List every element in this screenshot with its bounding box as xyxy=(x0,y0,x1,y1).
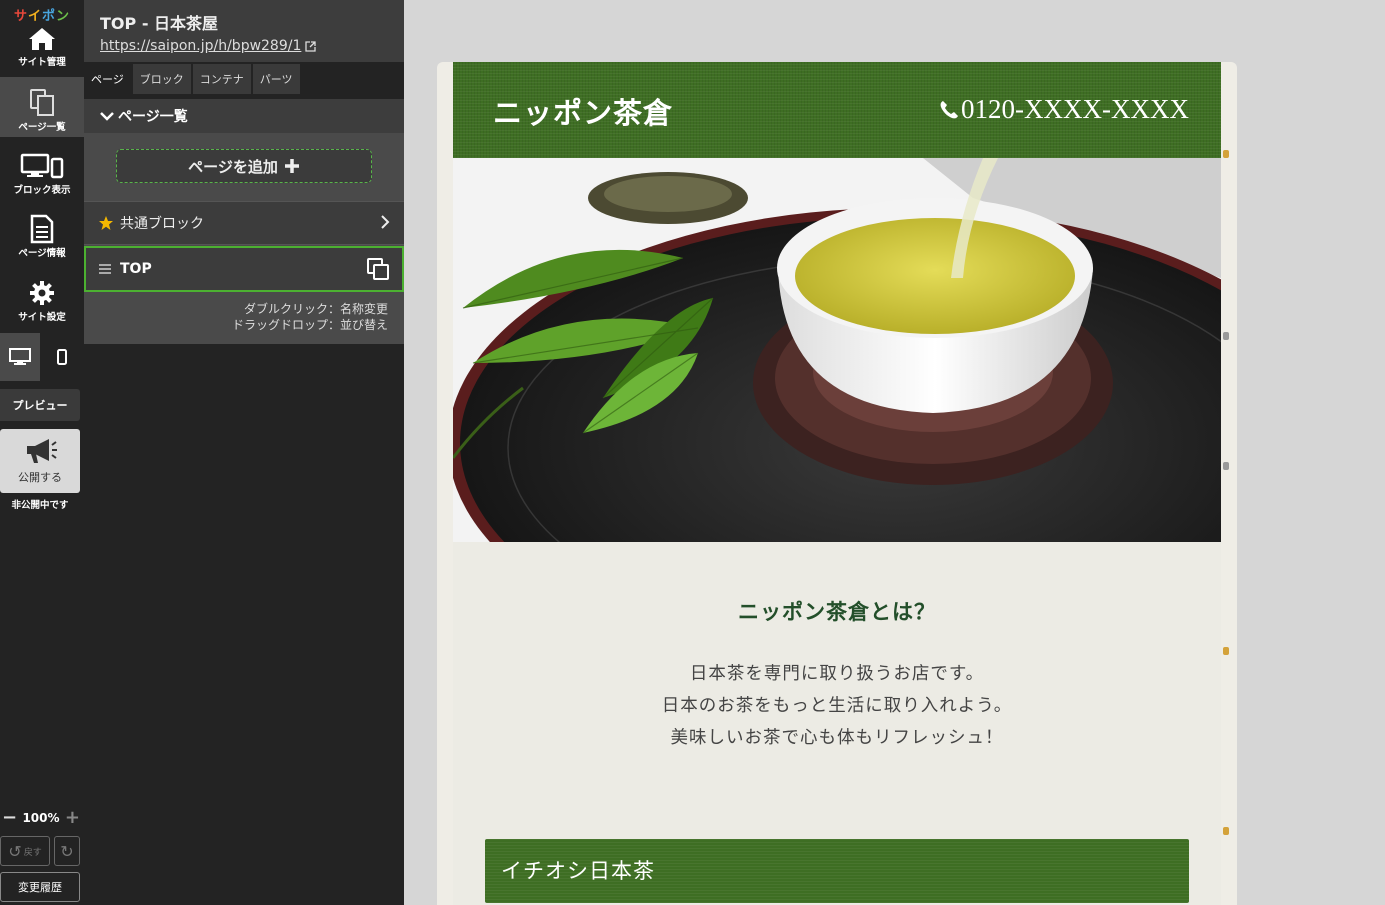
phone-number: 0120-XXXX-XXXX xyxy=(961,94,1189,124)
tab-page[interactable]: ページ xyxy=(84,64,131,94)
common-block-item[interactable]: 共通ブロック xyxy=(84,201,404,245)
devices-icon xyxy=(0,153,84,183)
block-display-label: ブロック表示 xyxy=(13,185,71,196)
block-edge-marker xyxy=(1223,827,1229,835)
home-icon xyxy=(0,26,84,56)
add-page-label: ページを追加 xyxy=(188,157,278,176)
about-line: 日本茶を専門に取り扱うお店です。 xyxy=(689,664,985,684)
zoom-out-button[interactable]: − xyxy=(2,809,17,827)
add-page-button[interactable]: ページを追加 xyxy=(116,149,372,183)
hero-image[interactable] xyxy=(453,158,1221,542)
page-list-button[interactable]: ページ一覧 xyxy=(0,77,84,137)
redo-button[interactable]: ↻ xyxy=(54,836,80,866)
site-settings-label: サイト設定 xyxy=(18,312,66,323)
site-management-button[interactable]: サイト管理 xyxy=(0,22,84,72)
block-edge-marker xyxy=(1223,332,1229,340)
smartphone-view-button[interactable] xyxy=(40,333,84,381)
about-description: 日本茶を専門に取り扱うお店です。 日本のお茶をもっと生活に取り入れよう。 美味し… xyxy=(453,658,1221,754)
undo-icon: ↺ xyxy=(8,841,22,861)
star-icon xyxy=(99,216,113,230)
publish-label: 公開する xyxy=(18,471,62,484)
hint-rename: ダブルクリック：名称変更 xyxy=(243,302,388,316)
panel-hint: ダブルクリック：名称変更 ドラッグドロップ：並び替え xyxy=(232,301,388,333)
block-edge-marker xyxy=(1223,647,1229,655)
zoom-control: − 100% + xyxy=(0,809,84,827)
page-info-label: ページ情報 xyxy=(18,248,66,259)
zoom-in-button[interactable]: + xyxy=(65,809,80,827)
megaphone-icon xyxy=(0,437,80,465)
device-toggle xyxy=(0,333,84,381)
site-management-label: サイト管理 xyxy=(18,57,66,68)
page-info-button[interactable]: ページ情報 xyxy=(0,208,84,263)
page-title: TOP - 日本茶屋 xyxy=(100,14,219,33)
gear-icon xyxy=(0,280,84,310)
plus-icon xyxy=(284,159,299,173)
page-list-toggle[interactable]: ページ一覧 xyxy=(84,99,404,133)
recommend-heading-bar[interactable]: イチオシ日本茶 xyxy=(485,839,1189,903)
document-icon xyxy=(0,214,84,244)
panel-tabs: ページ ブロック コンテナ パーツ xyxy=(84,64,302,94)
site-url: https://saipon.jp/h/bpw289/1 xyxy=(100,38,302,54)
icon-rail: サイポン サイト管理 ページ一覧 ブロック表示 ページ情報 サイト設定 プレビュ… xyxy=(0,0,84,905)
site-header[interactable]: ニッポン茶倉 0120-XXXX-XXXX xyxy=(453,62,1221,158)
page-item-label: TOP xyxy=(120,261,152,277)
page-item-top[interactable]: TOP xyxy=(84,246,404,292)
page-list-heading: ページ一覧 xyxy=(118,109,188,125)
block-edge-marker xyxy=(1223,150,1229,158)
site-settings-button[interactable]: サイト設定 xyxy=(0,272,84,327)
site-canvas: ニッポン茶倉 0120-XXXX-XXXX ニッポン茶倉とは？ 日本茶を専門に取… xyxy=(453,62,1221,905)
pages-icon xyxy=(0,87,84,117)
undo-button[interactable]: ↺ 戻す xyxy=(0,836,50,866)
undo-label: 戻す xyxy=(23,847,42,858)
page-list-label: ページ一覧 xyxy=(18,122,66,133)
phone-icon xyxy=(940,100,959,118)
monitor-icon xyxy=(9,348,31,365)
zoom-level: 100% xyxy=(22,811,60,825)
change-history-button[interactable]: 変更履歴 xyxy=(0,872,80,902)
drag-handle-icon[interactable] xyxy=(98,263,112,275)
panel-header: TOP - 日本茶屋 https://saipon.jp/h/bpw289/1 xyxy=(84,0,404,62)
common-block-label: 共通ブロック xyxy=(120,216,204,232)
about-line: 美味しいお茶で心も体もリフレッシュ！ xyxy=(670,728,1004,748)
preview-button[interactable]: プレビュー xyxy=(0,389,80,421)
page-list-body: ページを追加 共通ブロック TOP ダブルクリック：名称変更 ドラッグドロップ：… xyxy=(84,133,404,344)
block-edge-marker xyxy=(1223,462,1229,470)
site-phone: 0120-XXXX-XXXX xyxy=(939,94,1189,125)
chevron-right-icon xyxy=(381,215,390,229)
about-line: 日本のお茶をもっと生活に取り入れよう。 xyxy=(661,696,1013,716)
chevron-down-icon xyxy=(100,112,114,121)
external-link-icon xyxy=(305,40,317,52)
about-heading: ニッポン茶倉とは？ xyxy=(738,599,936,624)
smartphone-icon xyxy=(57,349,67,365)
publish-button[interactable]: 公開する xyxy=(0,429,80,493)
tab-parts[interactable]: パーツ xyxy=(252,64,300,94)
copy-icon[interactable] xyxy=(366,257,390,281)
publish-status: 非公開中です xyxy=(11,500,69,511)
block-display-button[interactable]: ブロック表示 xyxy=(0,145,84,200)
tab-container[interactable]: コンテナ xyxy=(192,64,251,94)
redo-icon: ↻ xyxy=(60,841,74,861)
site-url-link[interactable]: https://saipon.jp/h/bpw289/1 xyxy=(100,38,388,54)
green-tea-photo xyxy=(453,158,1221,542)
hint-reorder: ドラッグドロップ：並び替え xyxy=(231,318,388,332)
recommend-heading: イチオシ日本茶 xyxy=(501,859,655,883)
tab-block[interactable]: ブロック xyxy=(132,64,191,94)
site-name: ニッポン茶倉 xyxy=(493,96,674,130)
page-panel: TOP - 日本茶屋 https://saipon.jp/h/bpw289/1 … xyxy=(84,0,404,905)
site-preview: ニッポン茶倉 0120-XXXX-XXXX ニッポン茶倉とは？ 日本茶を専門に取… xyxy=(437,62,1237,905)
pc-view-button[interactable] xyxy=(0,333,40,381)
